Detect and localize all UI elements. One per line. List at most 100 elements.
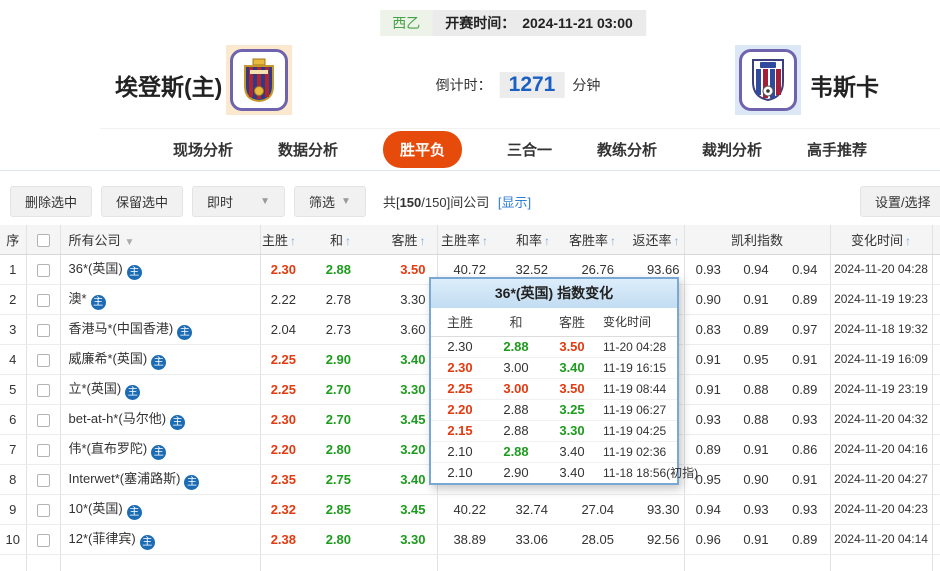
- nav-tab[interactable]: 数据分析: [278, 139, 338, 160]
- company-name[interactable]: 12*(菲律宾): [69, 531, 136, 546]
- lose-odds[interactable]: 3.50: [400, 262, 425, 277]
- company-name[interactable]: 伟*(直布罗陀): [69, 441, 148, 456]
- win-odds[interactable]: 2.30: [271, 262, 296, 277]
- company-name[interactable]: 澳*: [69, 291, 87, 306]
- settings-select-button[interactable]: 设置/选择: [860, 186, 940, 217]
- win-odds[interactable]: 2.20: [271, 442, 296, 457]
- popup-lose-odds: 3.30: [559, 423, 585, 438]
- draw-odds[interactable]: 2.80: [326, 442, 351, 457]
- row-checkbox[interactable]: [36, 353, 50, 367]
- popup-row: 2.25 3.00 3.50 11-19 08:44: [431, 378, 677, 400]
- row-checkbox[interactable]: [36, 323, 50, 337]
- win-odds[interactable]: 2.35: [271, 472, 296, 487]
- row-seq: 3: [0, 314, 27, 345]
- nav-tab[interactable]: 胜平负: [382, 131, 462, 168]
- popup-draw-odds: 2.88: [503, 423, 529, 438]
- lose-odds[interactable]: 3.30: [400, 292, 425, 307]
- row-checkbox[interactable]: [36, 443, 50, 457]
- lose-odds[interactable]: 3.40: [400, 472, 425, 487]
- popup-change-time: 11-19 04:25: [601, 420, 677, 442]
- row-checkbox[interactable]: [36, 413, 50, 427]
- row-checkbox[interactable]: [36, 473, 50, 487]
- draw-rate: 32.74: [494, 494, 556, 525]
- draw-odds[interactable]: 2.70: [326, 412, 351, 427]
- kelly-draw: 0.89: [732, 314, 780, 345]
- col-winrate-sort[interactable]: 主胜率 ↑: [437, 225, 494, 255]
- draw-odds[interactable]: 2.85: [326, 502, 351, 517]
- win-odds[interactable]: 2.25: [271, 352, 296, 367]
- col-lose-sort[interactable]: 客胜 ↑: [362, 225, 438, 255]
- table-row: 9 10*(英国) 主 2.32 2.85 3.45 40.22 32.74 27…: [0, 494, 940, 525]
- lose-odds[interactable]: 3.20: [400, 442, 425, 457]
- col-changetime-sort[interactable]: 变化时间 ↑: [830, 225, 933, 255]
- draw-odds[interactable]: 2.88: [326, 262, 351, 277]
- win-odds[interactable]: 2.25: [271, 382, 296, 397]
- popup-draw-odds: 2.90: [503, 465, 529, 481]
- show-link[interactable]: [显示]: [498, 195, 531, 210]
- row-checkbox[interactable]: [36, 263, 50, 277]
- sort-up-icon: ↑: [419, 233, 426, 248]
- nav-tab[interactable]: 高手推荐: [807, 139, 867, 160]
- change-time: 2024-11-20 04:23: [830, 494, 933, 525]
- delete-selected-button[interactable]: 删除选中: [10, 186, 93, 217]
- col-win-sort[interactable]: 主胜 ↑: [260, 225, 307, 255]
- filter-select[interactable]: 筛选 ▼: [294, 186, 366, 217]
- keep-selected-button[interactable]: 保留选中: [101, 186, 184, 217]
- odds-mode-select[interactable]: 即时 ▼: [192, 186, 286, 217]
- lose-odds[interactable]: 3.40: [400, 352, 425, 367]
- win-odds[interactable]: 2.32: [271, 502, 296, 517]
- kelly-win: 0.91: [684, 344, 732, 375]
- kelly-lose: 0.89: [780, 374, 831, 405]
- company-count: 共[150/150]间公司 [显示]: [382, 195, 532, 210]
- scrollbar-track[interactable]: [931, 225, 940, 255]
- col-loserate-sort[interactable]: 客胜率 ↑: [556, 225, 620, 255]
- match-header-pill: 西乙 开赛时间： 2024-11-21 03:00: [380, 10, 646, 36]
- popup-lose-odds: 3.40: [559, 360, 585, 375]
- kelly-draw: 0.88: [732, 404, 780, 435]
- col-seq: 序: [0, 225, 27, 255]
- lose-odds[interactable]: 3.30: [400, 532, 425, 547]
- away-team-crest: [735, 45, 801, 115]
- row-checkbox[interactable]: [36, 503, 50, 517]
- company-name[interactable]: bet-at-h*(马尔他): [69, 411, 167, 426]
- win-odds[interactable]: 2.22: [271, 292, 296, 307]
- col-draw-sort[interactable]: 和 ↑: [307, 225, 362, 255]
- col-payout-sort[interactable]: 返还率 ↑: [620, 225, 685, 255]
- company-name[interactable]: 36*(英国): [69, 261, 123, 276]
- draw-odds[interactable]: 2.78: [326, 292, 351, 307]
- draw-odds[interactable]: 2.80: [326, 532, 351, 547]
- company-name[interactable]: 立*(英国): [69, 381, 122, 396]
- lose-odds[interactable]: 3.45: [400, 412, 425, 427]
- kelly-win: 0.91: [684, 374, 732, 405]
- row-seq: 2: [0, 284, 27, 315]
- company-name[interactable]: 10*(英国): [69, 501, 123, 516]
- nav-tab[interactable]: 三合一: [507, 139, 552, 160]
- nav-tab[interactable]: 现场分析: [173, 139, 233, 160]
- away-team-name: 韦斯卡: [810, 74, 879, 100]
- lose-odds[interactable]: 3.45: [400, 502, 425, 517]
- lose-odds[interactable]: 3.30: [400, 382, 425, 397]
- league-badge[interactable]: 西乙: [380, 10, 433, 36]
- company-name[interactable]: 威廉希*(英国): [69, 351, 148, 366]
- draw-odds[interactable]: 2.73: [326, 322, 351, 337]
- win-odds[interactable]: 2.38: [271, 532, 296, 547]
- col-drawrate-sort[interactable]: 和率 ↑: [494, 225, 556, 255]
- row-checkbox[interactable]: [36, 293, 50, 307]
- col-company[interactable]: 所有公司 ▼: [60, 225, 261, 255]
- nav-tab[interactable]: 教练分析: [597, 139, 657, 160]
- payout-rate: 93.30: [620, 494, 685, 525]
- primary-badge-icon: 主: [151, 355, 167, 370]
- draw-odds[interactable]: 2.75: [326, 472, 351, 487]
- company-name[interactable]: Interwet*(塞浦路斯): [69, 471, 181, 486]
- win-odds[interactable]: 2.30: [271, 412, 296, 427]
- chevron-down-icon: ▼: [260, 196, 271, 207]
- lose-odds[interactable]: 3.60: [400, 322, 425, 337]
- row-checkbox[interactable]: [36, 383, 50, 397]
- company-name[interactable]: 香港马*(中国香港): [69, 321, 174, 336]
- draw-odds[interactable]: 2.90: [326, 352, 351, 367]
- select-all-checkbox[interactable]: [36, 233, 50, 247]
- draw-odds[interactable]: 2.70: [326, 382, 351, 397]
- nav-tab[interactable]: 裁判分析: [702, 139, 762, 160]
- win-odds[interactable]: 2.04: [271, 322, 296, 337]
- row-checkbox[interactable]: [36, 533, 50, 547]
